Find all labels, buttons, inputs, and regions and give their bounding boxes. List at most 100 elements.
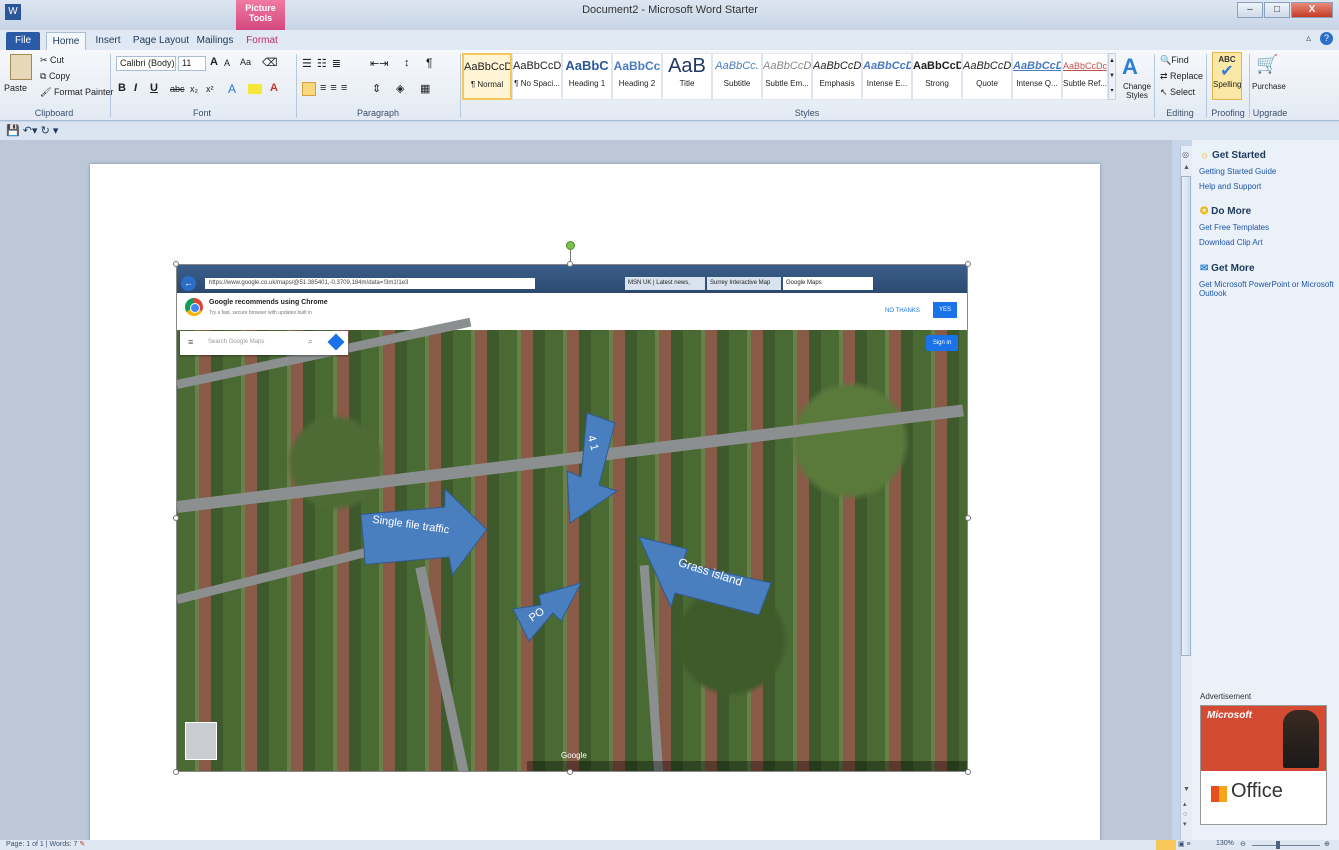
alignment-icons[interactable]: ≡≡≡ — [320, 82, 351, 94]
minimize-button[interactable]: – — [1237, 2, 1263, 18]
customize-qat-icon[interactable]: ▾ — [53, 125, 59, 137]
clip-art-link[interactable]: Download Clip Art — [1199, 238, 1263, 247]
purchase-button[interactable]: Purchase — [1252, 82, 1286, 91]
resize-handle-se[interactable] — [965, 769, 971, 775]
help-support-link[interactable]: Help and Support — [1199, 182, 1261, 191]
style-subtitle[interactable]: AaBbCc. Subtitle — [712, 53, 762, 100]
save-icon[interactable]: 💾 — [6, 125, 20, 137]
style-strong[interactable]: AaBbCcDc Strong — [912, 53, 962, 100]
style-emphasis[interactable]: AaBbCcDc Emphasis — [812, 53, 862, 100]
zoom-in-icon[interactable]: ⊕ — [1324, 840, 1330, 848]
zoom-level[interactable]: 130% — [1216, 840, 1234, 847]
grow-font-button[interactable]: A — [210, 56, 218, 68]
tab-insert[interactable]: Insert — [90, 32, 126, 50]
borders-icon[interactable]: ▦ — [420, 82, 430, 95]
style-heading-1[interactable]: AaBbC Heading 1 — [562, 53, 612, 100]
copy-button[interactable]: ⧉ Copy — [40, 71, 70, 82]
highlight-color-icon[interactable] — [248, 84, 262, 94]
indent-icon[interactable]: ⇤⇥ — [370, 57, 388, 70]
style-name: ¶ No Spaci... — [514, 79, 560, 88]
style-intense-emphasis[interactable]: AaBbCcDc Intense E... — [862, 53, 912, 100]
other-view-icons[interactable]: ▣ ≡ — [1178, 840, 1191, 848]
sort-icon[interactable]: ↕ — [404, 57, 410, 69]
close-button[interactable]: X — [1291, 2, 1333, 18]
resize-handle-nw[interactable] — [173, 261, 179, 267]
resize-handle-s[interactable] — [567, 769, 573, 775]
resize-handle-n[interactable] — [567, 261, 573, 267]
text-effects-icon[interactable]: A — [228, 82, 236, 96]
font-size-box[interactable]: 11 — [178, 56, 206, 71]
style-intense-quote[interactable]: AaBbCcDc Intense Q... — [1012, 53, 1062, 100]
inserted-picture[interactable]: ← https://www.google.co.uk/maps/@51.3854… — [176, 264, 968, 772]
strikethrough-button[interactable]: abc — [170, 84, 185, 94]
style-normal[interactable]: AaBbCcDc ¶ Normal — [462, 53, 512, 100]
line-spacing-icon[interactable]: ⇕ — [372, 82, 381, 95]
style-heading-2[interactable]: AaBbCc Heading 2 — [612, 53, 662, 100]
resize-handle-ne[interactable] — [965, 261, 971, 267]
help-icon[interactable]: ? — [1320, 32, 1333, 45]
spelling-button[interactable]: ABC ✔ Spelling — [1212, 52, 1242, 100]
zoom-slider-track[interactable] — [1252, 845, 1320, 846]
format-painter-button[interactable]: 🖌 Format Painter — [40, 87, 113, 98]
replace-button[interactable]: ⇄ Replace — [1160, 71, 1203, 82]
superscript-button[interactable]: x² — [206, 84, 214, 94]
maximize-button[interactable]: □ — [1264, 2, 1290, 18]
minimize-ribbon-icon[interactable]: ▵ — [1306, 33, 1311, 44]
styles-scroll-icon[interactable]: ▲ ▼ ▾ — [1108, 53, 1116, 100]
change-case-button[interactable]: Aa — [240, 57, 251, 67]
show-marks-button[interactable]: ¶ — [426, 56, 432, 70]
tab-page-layout[interactable]: Page Layout — [132, 32, 190, 50]
style-title[interactable]: AaB Title — [662, 53, 712, 100]
get-microsoft-link[interactable]: Get Microsoft PowerPoint or Microsoft Ou… — [1199, 280, 1335, 298]
shading-icon[interactable]: ◈ — [396, 82, 404, 95]
find-button[interactable]: 🔍Find — [1160, 55, 1189, 66]
undo-icon[interactable]: ↶▾ — [23, 125, 38, 137]
tab-format[interactable]: Format — [240, 32, 284, 50]
tab-mailings[interactable]: Mailings — [194, 32, 236, 50]
italic-button[interactable]: I — [134, 82, 137, 94]
tab-file[interactable]: File — [6, 32, 40, 50]
zoom-slider-thumb[interactable] — [1276, 841, 1280, 849]
resize-handle-sw[interactable] — [173, 769, 179, 775]
scrollbar-thumb[interactable] — [1181, 176, 1191, 656]
getting-started-guide-link[interactable]: Getting Started Guide — [1199, 167, 1276, 176]
proofing-status-icon[interactable]: ✎ — [79, 841, 85, 848]
cut-button[interactable]: ✂ Cut — [40, 55, 64, 66]
select-button[interactable]: ↖ Select — [1160, 87, 1195, 98]
style-quote[interactable]: AaBbCcDc Quote — [962, 53, 1012, 100]
scroll-down-icon[interactable]: ▼ — [1183, 786, 1190, 793]
resize-handle-w[interactable] — [173, 515, 179, 521]
underline-button[interactable]: U — [150, 82, 158, 94]
rotation-handle[interactable] — [566, 241, 575, 250]
align-left-icon[interactable] — [302, 82, 316, 96]
list-buttons-icon[interactable]: ☰☷≣ — [302, 57, 346, 70]
font-color-icon[interactable]: A — [270, 82, 278, 94]
tab-home[interactable]: Home — [46, 32, 86, 50]
change-styles-button[interactable]: Change Styles — [1120, 82, 1154, 100]
cart-icon[interactable]: 🛒 — [1256, 54, 1278, 75]
page-count[interactable]: Page: 1 of 1 — [6, 841, 44, 848]
font-name-box[interactable]: Calibri (Body) — [116, 56, 176, 71]
shrink-font-button[interactable]: A — [224, 58, 230, 68]
scroll-up-icon[interactable]: ▲ — [1183, 164, 1190, 171]
resize-handle-e[interactable] — [965, 515, 971, 521]
clear-formatting-icon[interactable]: ⌫ — [262, 56, 278, 69]
style-subtle-emphasis[interactable]: AaBbCcDc Subtle Em... — [762, 53, 812, 100]
subscript-button[interactable]: x₂ — [190, 84, 198, 94]
zoom-out-icon[interactable]: ⊖ — [1240, 840, 1246, 848]
bold-button[interactable]: B — [118, 82, 126, 94]
office-advertisement[interactable]: Microsoft Office — [1200, 705, 1327, 825]
print-layout-view-icon[interactable] — [1156, 840, 1176, 850]
change-styles-icon[interactable]: A — [1122, 54, 1138, 80]
ruler-toggle-icon[interactable]: ◎ — [1182, 150, 1189, 159]
word-app-icon[interactable]: W — [5, 4, 21, 20]
free-templates-link[interactable]: Get Free Templates — [1199, 223, 1269, 232]
paste-button[interactable]: Paste — [4, 83, 27, 93]
style-name: Subtle Ref... — [1063, 79, 1108, 88]
style-no-spacing[interactable]: AaBbCcDc ¶ No Spaci... — [512, 53, 562, 100]
style-name: Emphasis — [819, 79, 855, 88]
redo-icon[interactable]: ↻ — [41, 125, 50, 137]
browse-object-icons[interactable]: ▴ ○ ▾ — [1183, 800, 1187, 830]
style-subtle-reference[interactable]: AaBbCcDc Subtle Ref... — [1062, 53, 1108, 100]
word-count[interactable]: Words: 7 — [49, 841, 77, 848]
